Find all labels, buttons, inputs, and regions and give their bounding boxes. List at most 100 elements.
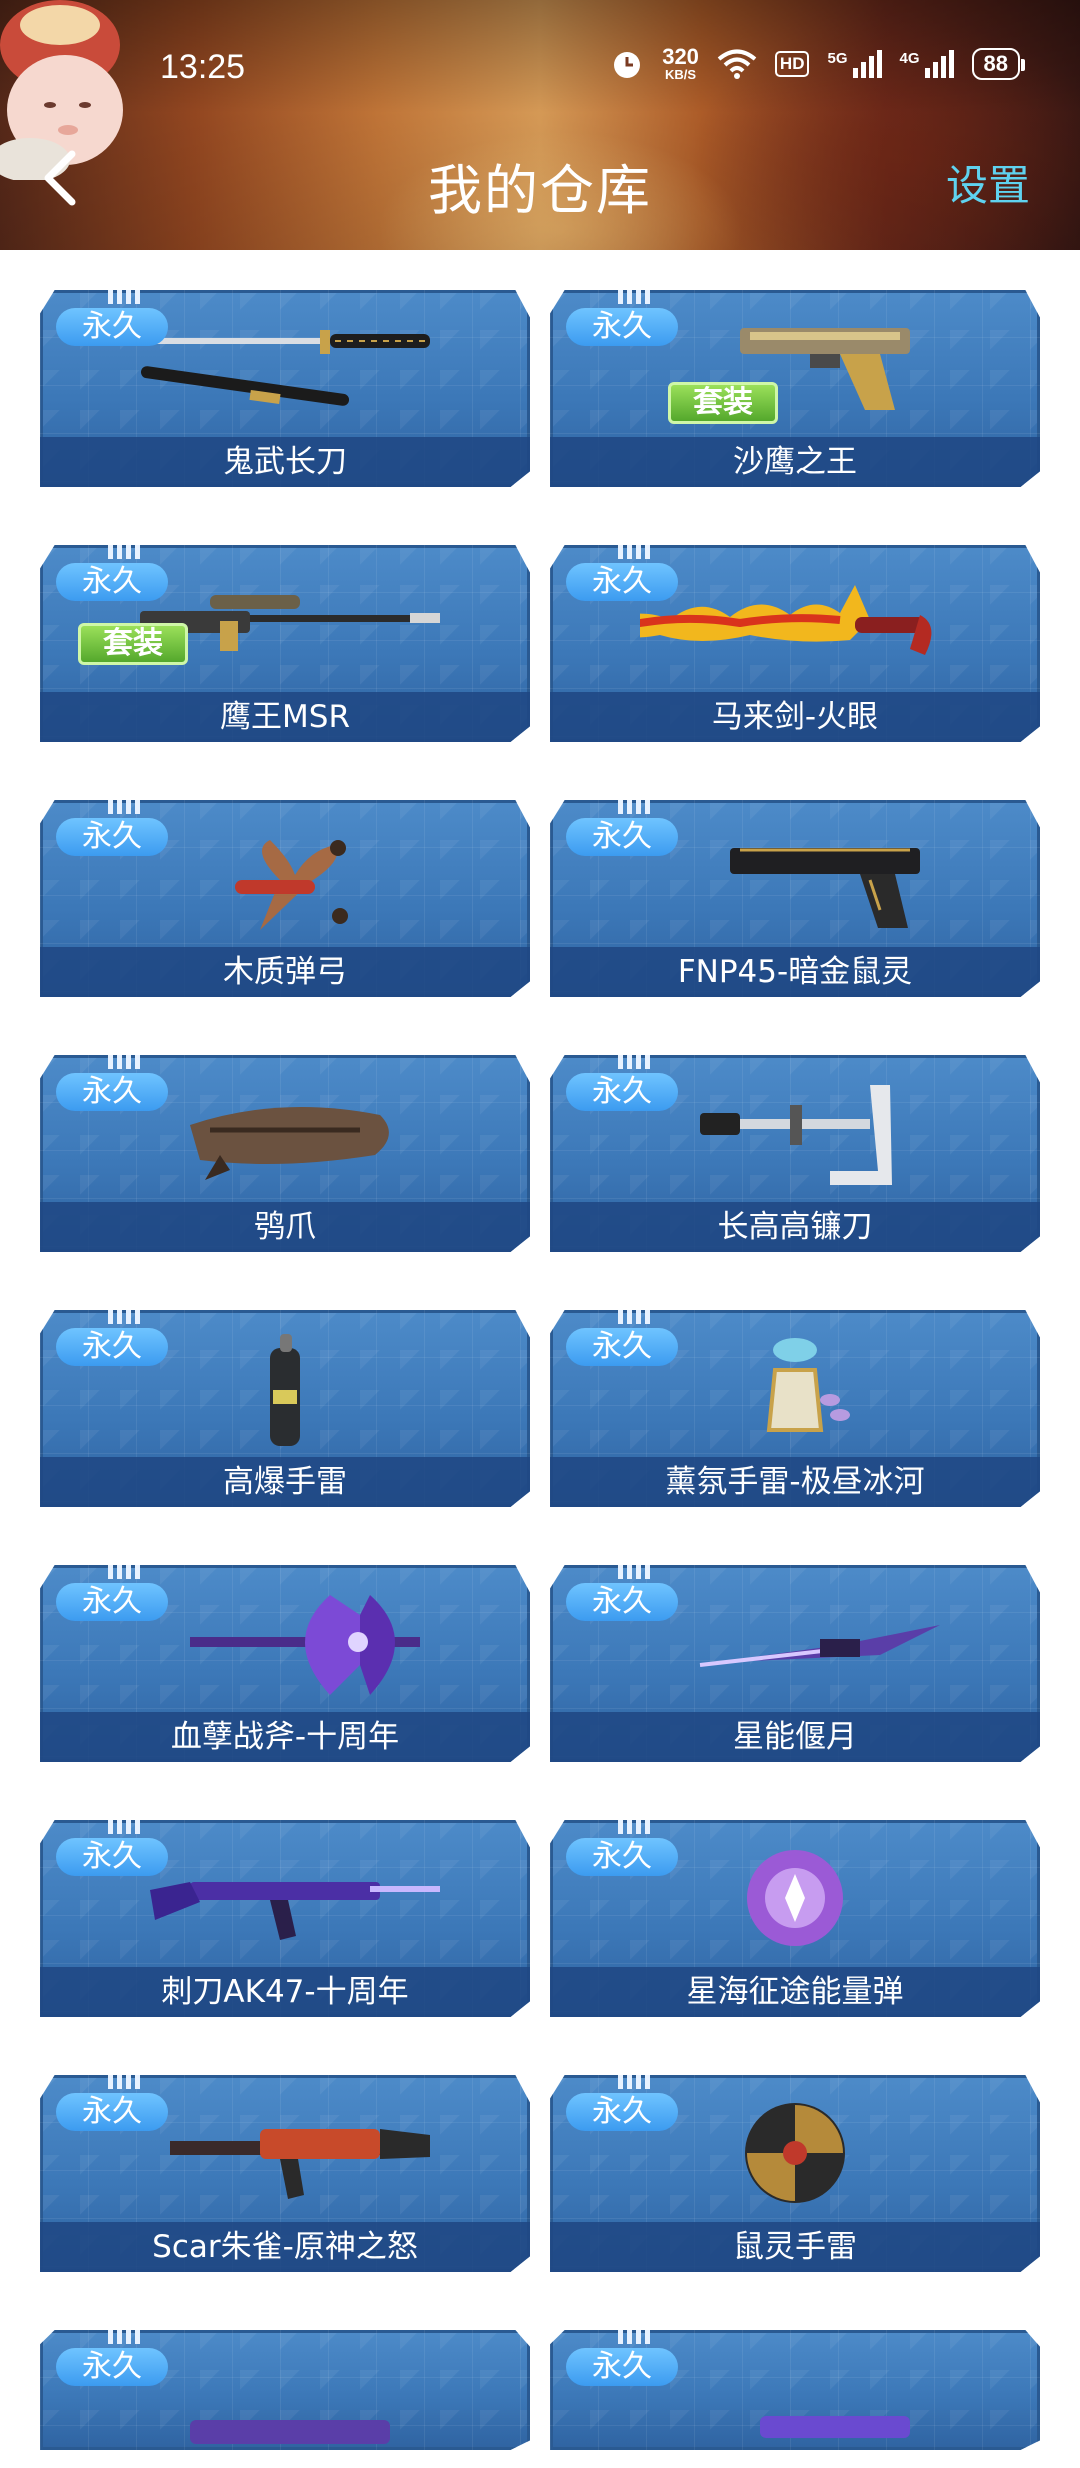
item-card[interactable]: 永久 星能偃月	[550, 1565, 1040, 1762]
net-speed: 320 KB/S	[662, 44, 699, 82]
permanent-badge: 永久	[566, 818, 678, 856]
grenade-icon	[745, 2103, 845, 2203]
item-name: 高爆手雷	[40, 1457, 530, 1507]
permanent-badge: 永久	[566, 1583, 678, 1621]
signal-5g-icon: 5G	[827, 49, 882, 78]
permanent-badge: 永久	[56, 1073, 168, 1111]
item-card[interactable]: 永久 Scar朱雀-原神之怒	[40, 2075, 530, 2272]
grenade-icon	[270, 1334, 300, 1446]
alarm-icon	[614, 51, 641, 78]
item-card[interactable]: 永久 FNP45-暗金鼠灵	[550, 800, 1040, 997]
item-card[interactable]: 永久 马来剑-火眼	[550, 545, 1040, 742]
card-ticks	[108, 1820, 142, 1834]
permanent-badge: 永久	[566, 1328, 678, 1366]
card-ticks	[618, 1565, 652, 1579]
item-name: 星海征途能量弹	[550, 1967, 1040, 2017]
page-title: 我的仓库	[428, 159, 652, 222]
permanent-badge: 永久	[566, 1838, 678, 1876]
item-card[interactable]: 永久 薰氛手雷-极昼冰河	[550, 1310, 1040, 1507]
card-ticks	[618, 2075, 652, 2089]
signal-5g-label: 5G	[827, 49, 848, 67]
item-card[interactable]: 永久	[550, 2330, 1040, 2450]
app-header: 13:25 320 KB/S HD 5G 4G 88 我的仓库 设置	[0, 0, 1080, 250]
signal-4g-icon: 4G	[899, 49, 954, 78]
item-card[interactable]: 永久 鼠灵手雷	[550, 2075, 1040, 2272]
permanent-badge: 永久	[566, 1073, 678, 1111]
item-card[interactable]: 永久	[40, 2330, 530, 2450]
energy-bomb-icon	[747, 1850, 843, 1946]
item-card[interactable]: 永久 鸮爪	[40, 1055, 530, 1252]
suit-tag: 套装	[668, 382, 778, 424]
signal-4g-label: 4G	[899, 49, 920, 67]
card-ticks	[108, 290, 142, 304]
item-card[interactable]: 永久 血孽战斧-十周年	[40, 1565, 530, 1762]
item-name: 木质弹弓	[40, 947, 530, 997]
card-ticks	[108, 1565, 142, 1579]
battery-indicator: 88	[971, 47, 1026, 80]
settings-button[interactable]: 设置	[946, 152, 1030, 213]
pistol-icon	[760, 2416, 910, 2438]
permanent-badge: 永久	[56, 818, 168, 856]
item-name: 血孽战斧-十周年	[40, 1712, 530, 1762]
item-name: FNP45-暗金鼠灵	[550, 947, 1040, 997]
slingshot-icon	[235, 840, 348, 930]
battle-axe-icon	[190, 1595, 420, 1695]
item-card[interactable]: 永久 高爆手雷	[40, 1310, 530, 1507]
item-name: 马来剑-火眼	[550, 692, 1040, 742]
rifle-icon	[170, 2129, 430, 2199]
status-icons: 320 KB/S HD 5G 4G 88	[610, 44, 1026, 82]
item-name: 鸮爪	[40, 1202, 530, 1252]
item-card[interactable]: 永久 刺刀AK47-十周年	[40, 1820, 530, 2017]
card-ticks	[618, 800, 652, 814]
item-name: 薰氛手雷-极昼冰河	[550, 1457, 1040, 1507]
permanent-badge: 永久	[566, 563, 678, 601]
wifi-icon	[717, 49, 757, 79]
item-name: 鼠灵手雷	[550, 2222, 1040, 2272]
card-ticks	[618, 545, 652, 559]
warehouse-grid: 永久 鬼武长刀 永久 套装 沙鹰之王 永久 套装 鹰王MSR 永久 马来剑-火眼…	[40, 290, 1040, 2450]
scythe-icon	[700, 1085, 892, 1185]
incense-grenade-icon	[766, 1338, 850, 1432]
permanent-badge: 永久	[566, 2348, 678, 2386]
net-speed-value: 320	[662, 44, 699, 69]
card-ticks	[108, 2075, 142, 2089]
permanent-badge: 永久	[56, 2348, 168, 2386]
card-ticks	[108, 800, 142, 814]
card-ticks	[618, 1310, 652, 1324]
permanent-badge: 永久	[56, 2093, 168, 2131]
item-card[interactable]: 永久 长高高镰刀	[550, 1055, 1040, 1252]
net-speed-unit: KB/S	[665, 67, 697, 82]
permanent-badge: 永久	[56, 1583, 168, 1621]
item-name: 鹰王MSR	[40, 692, 530, 742]
claw-weapon-icon	[190, 1107, 389, 1180]
card-ticks	[618, 290, 652, 304]
card-ticks	[618, 1055, 652, 1069]
item-name: 沙鹰之王	[550, 437, 1040, 487]
flame-sword-icon	[640, 585, 932, 655]
item-card[interactable]: 永久 星海征途能量弹	[550, 1820, 1040, 2017]
item-card[interactable]: 永久 套装 沙鹰之王	[550, 290, 1040, 487]
item-card[interactable]: 永久 鬼武长刀	[40, 290, 530, 487]
suit-tag: 套装	[78, 623, 188, 665]
hd-badge: HD	[774, 50, 810, 77]
permanent-badge: 永久	[56, 1328, 168, 1366]
item-card[interactable]: 永久 木质弹弓	[40, 800, 530, 997]
permanent-badge: 永久	[56, 1838, 168, 1876]
card-ticks	[108, 1055, 142, 1069]
item-card[interactable]: 永久 套装 鹰王MSR	[40, 545, 530, 742]
card-ticks	[108, 1310, 142, 1324]
permanent-badge: 永久	[56, 308, 168, 346]
card-ticks	[618, 2330, 652, 2344]
pistol-icon	[730, 848, 920, 928]
status-time: 13:25	[160, 48, 246, 86]
item-name: 长高高镰刀	[550, 1202, 1040, 1252]
permanent-badge: 永久	[56, 563, 168, 601]
item-name: 鬼武长刀	[40, 437, 530, 487]
glaive-icon	[699, 1625, 940, 1667]
permanent-badge: 永久	[566, 2093, 678, 2131]
katana-icon	[140, 330, 430, 406]
permanent-badge: 永久	[566, 308, 678, 346]
rifle-icon	[150, 1882, 440, 1940]
item-name: 星能偃月	[550, 1712, 1040, 1762]
item-name: 刺刀AK47-十周年	[40, 1967, 530, 2017]
